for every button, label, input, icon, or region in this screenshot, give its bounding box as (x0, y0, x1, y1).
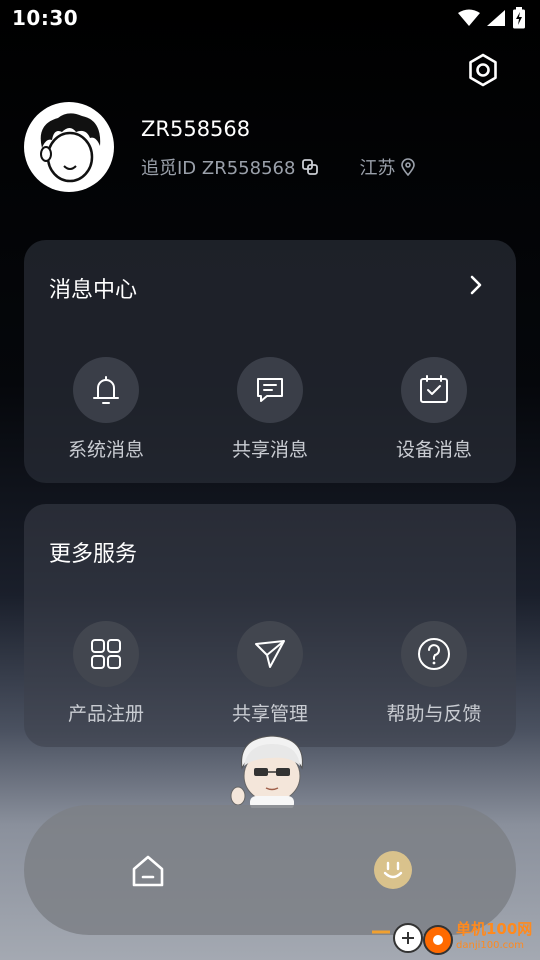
icon-circle (237, 621, 303, 687)
location-pin-icon (401, 158, 416, 176)
product-registration-button[interactable]: 产品注册 (24, 621, 188, 726)
status-time: 10:30 (12, 6, 79, 30)
question-icon (418, 638, 450, 670)
region-label: 江苏 (359, 158, 396, 179)
watermark-url: danji100.com (456, 940, 524, 951)
bell-icon (93, 376, 119, 404)
help-feedback-button[interactable]: 帮助与反馈 (352, 621, 516, 726)
more-services-items: 产品注册 共享管理 帮助与反馈 (24, 621, 516, 726)
profile-subinfo: 追觅ID ZR558568 江苏 (141, 154, 416, 180)
shared-messages-label: 共享消息 (231, 439, 308, 461)
mascot-illustration (230, 735, 303, 808)
product-registration-label: 产品注册 (67, 703, 144, 725)
icon-circle (237, 357, 303, 423)
user-id: 追觅ID ZR558568 (141, 158, 296, 179)
avatar[interactable] (24, 102, 114, 192)
more-services-title: 更多服务 (49, 542, 138, 567)
help-feedback-label: 帮助与反馈 (386, 703, 482, 725)
message-center-card: 消息中心 系统消息 共享消息 设备消息 (24, 240, 516, 483)
avatar-illustration (40, 113, 101, 183)
watermark-text: 单机100网 (456, 920, 533, 938)
gear-icon[interactable] (465, 52, 501, 88)
profile-tab[interactable] (374, 851, 412, 889)
icon-circle (401, 621, 467, 687)
icon-circle (73, 357, 139, 423)
more-services-card: 更多服务 产品注册 共享管理 帮助与反馈 (24, 504, 516, 747)
message-center-items: 系统消息 共享消息 设备消息 (24, 357, 516, 462)
message-center-title[interactable]: 消息中心 (49, 272, 137, 304)
icon-circle (73, 621, 139, 687)
share-management-label: 共享管理 (231, 703, 308, 725)
username: ZR558568 (141, 117, 251, 141)
wifi-icon (458, 9, 480, 26)
smile-face-icon (383, 861, 403, 879)
device-messages-button[interactable]: 设备消息 (352, 357, 516, 462)
grid-icon (91, 639, 121, 669)
home-icon[interactable] (128, 851, 168, 891)
status-bar: 10:30 (0, 0, 540, 38)
share-management-button[interactable]: 共享管理 (188, 621, 352, 726)
copy-icon[interactable] (301, 158, 319, 176)
shared-messages-button[interactable]: 共享消息 (188, 357, 352, 462)
signal-icon (487, 10, 505, 26)
chevron-right-icon[interactable] (466, 272, 486, 298)
calendar-check-icon (420, 375, 448, 403)
send-icon (255, 640, 285, 668)
icon-circle (401, 357, 467, 423)
system-messages-label: 系统消息 (67, 439, 144, 461)
status-icons (458, 7, 526, 29)
bottom-tab-bar (24, 805, 516, 935)
system-messages-button[interactable]: 系统消息 (24, 357, 188, 462)
chat-icon (257, 378, 283, 402)
device-messages-label: 设备消息 (395, 439, 472, 461)
battery-charging-icon (513, 7, 525, 29)
